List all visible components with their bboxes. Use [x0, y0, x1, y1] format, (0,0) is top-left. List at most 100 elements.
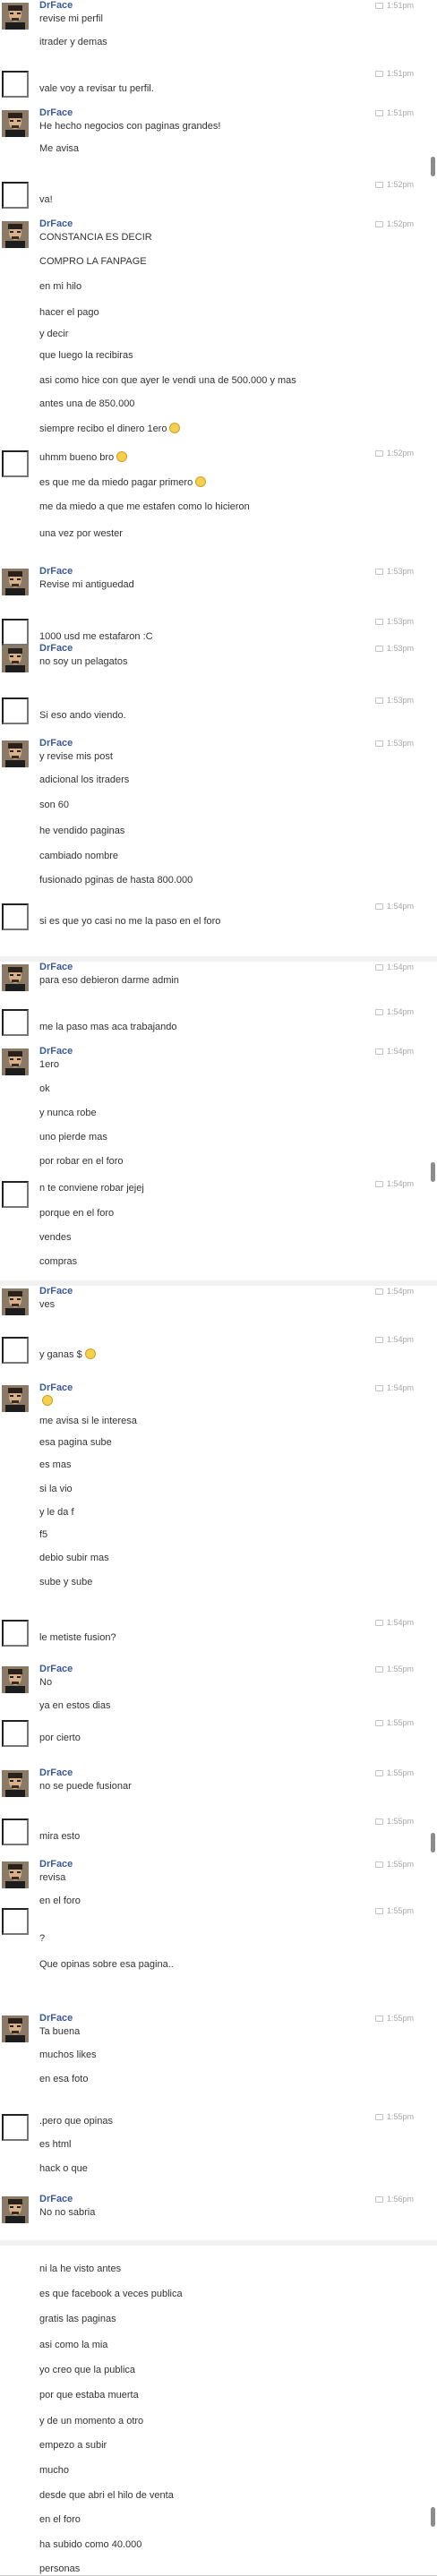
sender-name[interactable]: DrFace [39, 1382, 73, 1393]
smiley-emoticon-icon [116, 451, 128, 462]
drface-avatar[interactable] [2, 569, 29, 595]
sender-name[interactable]: DrFace [39, 0, 73, 11]
message-text: le metiste fusion? [39, 1632, 116, 1643]
message-text: es que facebook a veces publica [39, 2289, 183, 2299]
message-text: y revise mis post [39, 751, 113, 762]
message-text: COMPRO LA FANPAGE [39, 256, 147, 267]
message-text: revise mi perfil [39, 13, 103, 24]
scrollbar[interactable] [431, 1286, 435, 2240]
sender-name[interactable]: DrFace [39, 1046, 73, 1057]
message-icon [374, 110, 383, 116]
message-text: gratis las paginas [39, 2314, 116, 2324]
drface-avatar[interactable] [2, 646, 29, 672]
sender-name[interactable]: DrFace [39, 566, 73, 577]
timestamp-text: 1:53pm [386, 567, 414, 576]
message-icon [374, 740, 383, 747]
timestamp-text: 1:55pm [386, 2112, 414, 2121]
user-avatar[interactable] [2, 1720, 29, 1747]
user-avatar[interactable] [2, 1337, 29, 1364]
message-icon [374, 2114, 383, 2120]
drface-avatar[interactable] [2, 1770, 29, 1797]
drface-avatar[interactable] [2, 1861, 29, 1888]
timestamp: 1:55pm [374, 1664, 414, 1674]
message-text: sube y sube [39, 1577, 93, 1588]
drface-avatar[interactable] [2, 1048, 29, 1075]
user-avatar[interactable] [2, 182, 29, 209]
user-avatar[interactable] [2, 1181, 29, 1208]
scrollbar-thumb[interactable] [431, 1833, 435, 1853]
timestamp: 1:55pm [374, 1717, 414, 1728]
user-avatar[interactable] [2, 619, 29, 646]
message-text: asi como hice con que ayer le vendi una … [39, 375, 296, 386]
sender-name[interactable]: DrFace [39, 1286, 73, 1297]
timestamp-text: 1:51pm [386, 1, 414, 10]
sender-name[interactable]: DrFace [39, 1859, 73, 1870]
drface-avatar[interactable] [2, 1385, 29, 1412]
message-text: es mas [39, 1459, 72, 1470]
user-avatar[interactable] [2, 1819, 29, 1845]
scrollbar-thumb[interactable] [431, 2507, 435, 2527]
message-text: me avisa si le interesa [39, 1416, 137, 1426]
chat-panel: no la conocia ni la he visto antes es que … [0, 2246, 437, 2576]
sender-name[interactable]: DrFace [39, 2194, 73, 2204]
message-text: he vendido paginas [39, 826, 125, 836]
user-avatar[interactable] [2, 71, 29, 98]
timestamp-text: 1:52pm [386, 180, 414, 189]
drface-avatar[interactable] [2, 1666, 29, 1693]
sender-name[interactable]: DrFace [39, 643, 73, 654]
message-text: ? [39, 1933, 46, 1944]
drface-avatar[interactable] [2, 740, 29, 767]
message-icon [374, 3, 383, 9]
user-avatar[interactable] [2, 697, 29, 724]
timestamp-text: 1:55pm [386, 2014, 414, 2023]
user-avatar[interactable] [2, 1620, 29, 1647]
message-text: va! [39, 194, 53, 205]
chat-history[interactable]: DrFace 1:51pm revise mi perfil itrader y de… [0, 0, 437, 2576]
timestamp-text: 1:52pm [386, 219, 414, 228]
user-avatar[interactable] [2, 903, 29, 930]
scrollbar[interactable] [431, 962, 435, 1280]
timestamp-text: 1:54pm [386, 1179, 414, 1188]
smiley-emoticon-icon [195, 476, 207, 487]
drface-avatar[interactable] [2, 2196, 29, 2223]
smiley-emoticon-icon [42, 1395, 53, 1406]
sender-name[interactable]: DrFace [39, 218, 73, 229]
message-text: desde que abri el hilo de venta [39, 2490, 174, 2501]
user-avatar[interactable] [2, 1009, 29, 1036]
message-icon [374, 71, 383, 77]
sender-name[interactable]: DrFace [39, 738, 73, 749]
scrollbar-thumb[interactable] [431, 1162, 435, 1182]
message-text: Que opinas sobre esa pagina.. [39, 1959, 174, 1970]
sender-name[interactable]: DrFace [39, 1664, 73, 1674]
user-avatar[interactable] [2, 450, 29, 477]
message-text: para eso debieron darme admin [39, 975, 179, 986]
scrollbar[interactable] [431, 2246, 435, 2575]
scrollbar-thumb[interactable] [431, 157, 435, 176]
message-text [39, 1395, 53, 1408]
message-icon [374, 1385, 383, 1391]
user-avatar[interactable] [2, 1908, 29, 1935]
message-text: Si eso ando viendo. [39, 710, 126, 721]
timestamp: 1:53pm [374, 566, 414, 577]
message-text: 1000 usd me estafaron :C [39, 631, 153, 642]
scrollbar[interactable] [431, 0, 435, 956]
sender-name[interactable]: DrFace [39, 2013, 73, 2024]
sender-name[interactable]: DrFace [39, 962, 73, 972]
sender-name[interactable]: DrFace [39, 1767, 73, 1778]
drface-avatar[interactable] [2, 3, 29, 30]
timestamp-text: 1:55pm [386, 1906, 414, 1915]
drface-avatar[interactable] [2, 964, 29, 991]
message-text: y le da f [39, 1507, 74, 1518]
message-text: hack o que [39, 2163, 88, 2174]
drface-avatar[interactable] [2, 1288, 29, 1315]
drface-avatar[interactable] [2, 221, 29, 248]
sender-name[interactable]: DrFace [39, 107, 73, 118]
message-text: me la paso mas aca trabajando [39, 1022, 177, 1032]
user-avatar[interactable] [2, 2114, 29, 2141]
message-icon [374, 1048, 383, 1055]
message-text: si la vio [39, 1484, 73, 1494]
message-text: Me avisa [39, 143, 80, 154]
chat-panel: DrFace 1:51pm revise mi perfil itrader y de… [0, 0, 437, 957]
drface-avatar[interactable] [2, 2015, 29, 2042]
drface-avatar[interactable] [2, 110, 29, 137]
